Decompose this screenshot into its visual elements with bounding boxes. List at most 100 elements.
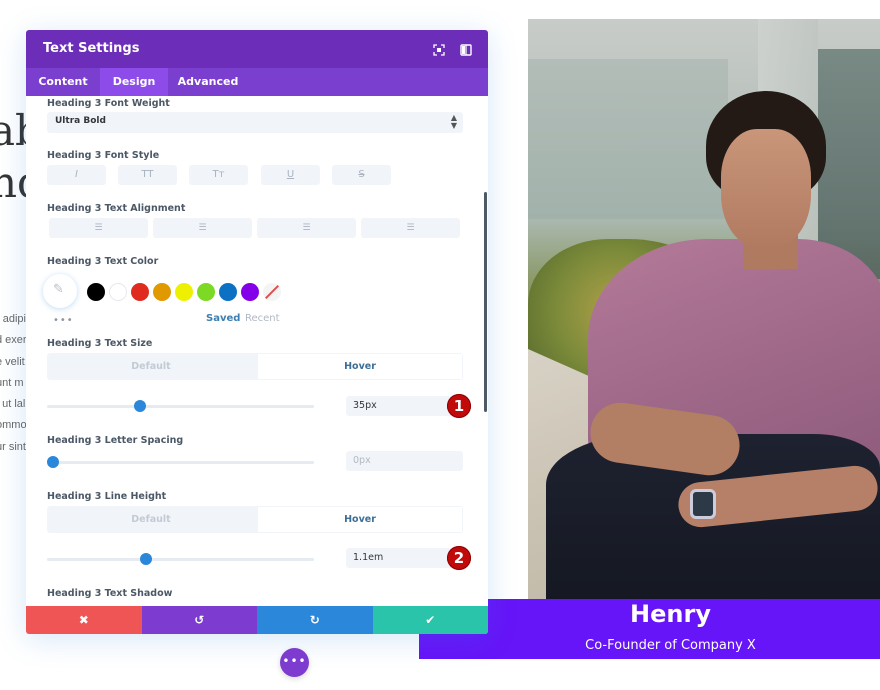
font-style-label: Heading 3 Font Style	[47, 150, 160, 161]
background-paragraph-line: t ut lal	[0, 398, 26, 411]
text-size-input[interactable]: 35px	[346, 396, 463, 416]
swatch-none-icon[interactable]	[263, 283, 281, 301]
line-height-hover-tab[interactable]: Hover	[258, 507, 462, 532]
split-view-icon[interactable]	[459, 42, 473, 56]
letter-spacing-slider[interactable]	[47, 456, 314, 468]
tab-design[interactable]: Design	[100, 68, 168, 96]
align-center-icon: ☰	[198, 223, 207, 233]
line-height-default-tab[interactable]: Default	[47, 506, 255, 533]
swatch-white[interactable]	[109, 283, 127, 301]
photo-watch	[690, 489, 716, 519]
annotation-badge-2: 2	[447, 546, 471, 570]
swatch-purple[interactable]	[241, 283, 259, 301]
text-size-hover-tab[interactable]: Hover	[258, 354, 462, 379]
photo-face	[721, 129, 811, 249]
align-justify-button[interactable]: ☰	[361, 218, 460, 238]
uppercase-button[interactable]: TT	[118, 165, 177, 185]
color-swatches: ✎	[43, 274, 293, 308]
background-paragraph-line: d exer	[0, 334, 27, 347]
saved-colors-tab[interactable]: Saved	[206, 313, 240, 324]
background-paragraph-line: unt m	[0, 376, 24, 389]
background-paragraph-line: r adipi	[0, 313, 26, 325]
undo-button[interactable]: ↺	[141, 606, 257, 634]
text-alignment-label: Heading 3 Text Alignment	[47, 203, 186, 214]
italic-button[interactable]: I	[47, 165, 106, 185]
uppercase-icon: TT	[141, 169, 154, 180]
eyedropper-icon: ✎	[53, 282, 64, 297]
align-left-button[interactable]: ☰	[49, 218, 148, 238]
expand-icon[interactable]	[432, 42, 446, 56]
annotation-badge-1: 1	[447, 394, 471, 418]
background-paragraph: r adipi d exer e velit unt m t ut lal om…	[0, 309, 27, 458]
text-size-slider[interactable]	[47, 400, 314, 412]
text-settings-modal: Text Settings Content Design Advanced He…	[26, 30, 488, 634]
modal-header: Text Settings	[26, 30, 488, 68]
page: ab nd r adipi d exer e velit unt m t ut …	[0, 0, 880, 690]
background-paragraph-line: ur sint	[0, 440, 26, 453]
align-left-icon: ☰	[94, 223, 103, 233]
more-options-button[interactable]: •••	[280, 648, 309, 677]
team-member-caption: Henry Co-Founder of Company X	[419, 599, 880, 659]
underline-button[interactable]: U	[261, 165, 320, 185]
strikethrough-button[interactable]: S	[332, 165, 391, 185]
swatch-red[interactable]	[131, 283, 149, 301]
slider-thumb[interactable]	[47, 456, 59, 468]
recent-colors-tab[interactable]: Recent	[245, 313, 280, 324]
modal-title: Text Settings	[43, 41, 140, 56]
slider-track	[47, 558, 314, 561]
font-weight-value: Ultra Bold	[55, 116, 106, 126]
letter-spacing-label: Heading 3 Letter Spacing	[47, 435, 184, 446]
redo-icon: ↻	[309, 613, 320, 627]
slider-thumb[interactable]	[139, 553, 152, 565]
line-height-input[interactable]: 1.1em	[346, 548, 463, 568]
align-right-icon: ☰	[302, 223, 311, 233]
text-color-label: Heading 3 Text Color	[47, 256, 159, 267]
align-center-button[interactable]: ☰	[153, 218, 252, 238]
modal-scrollbar[interactable]	[484, 192, 487, 412]
ellipsis-icon: •••	[282, 654, 307, 668]
line-height-slider[interactable]	[47, 553, 314, 565]
swatch-blue[interactable]	[219, 283, 237, 301]
text-size-state-toggle: Default Hover	[47, 353, 463, 380]
line-height-state-toggle: Default Hover	[47, 506, 463, 533]
slider-thumb[interactable]	[134, 400, 147, 412]
more-colors-button[interactable]: •••	[53, 315, 74, 326]
team-member-name: Henry	[630, 600, 711, 628]
text-size-default-tab[interactable]: Default	[47, 353, 255, 380]
select-arrows-icon: ▲ ▼	[450, 113, 457, 130]
undo-icon: ↺	[194, 613, 205, 627]
checkmark-icon: ✔	[425, 613, 436, 627]
save-button[interactable]: ✔	[372, 606, 488, 634]
modal-footer: ✖ ↺ ↻ ✔	[26, 606, 488, 634]
text-shadow-label: Heading 3 Text Shadow	[47, 588, 173, 599]
strikethrough-icon: S	[358, 169, 365, 180]
align-right-button[interactable]: ☰	[257, 218, 356, 238]
swatch-black[interactable]	[87, 283, 105, 301]
font-weight-label: Heading 3 Font Weight	[47, 98, 170, 109]
cancel-button[interactable]: ✖	[26, 606, 142, 634]
swatch-green[interactable]	[197, 283, 215, 301]
team-member-photo	[528, 19, 880, 599]
swatch-yellow[interactable]	[175, 283, 193, 301]
background-paragraph-line: e velit	[0, 355, 25, 368]
align-justify-icon: ☰	[406, 223, 415, 233]
swatch-orange[interactable]	[153, 283, 171, 301]
slider-track	[47, 461, 314, 464]
background-paragraph-line: ommo	[0, 419, 27, 432]
font-weight-select[interactable]: Ultra Bold ▲ ▼	[47, 112, 463, 133]
color-picker-button[interactable]: ✎	[43, 274, 77, 308]
line-height-label: Heading 3 Line Height	[47, 491, 167, 502]
underline-icon: U	[286, 169, 295, 180]
modal-tabs: Content Design Advanced	[26, 68, 488, 96]
text-size-label: Heading 3 Text Size	[47, 338, 153, 349]
slider-track	[47, 405, 314, 408]
redo-button[interactable]: ↻	[257, 606, 373, 634]
letter-spacing-input[interactable]: 0px	[346, 451, 463, 471]
capitalize-button[interactable]: Tт	[189, 165, 248, 185]
tab-content[interactable]: Content	[26, 68, 100, 96]
modal-body: Heading 3 Font Weight Ultra Bold ▲ ▼ Head…	[26, 96, 488, 606]
close-icon: ✖	[78, 613, 89, 627]
tab-advanced[interactable]: Advanced	[168, 68, 248, 96]
capitalize-icon: Tт	[212, 169, 225, 180]
photo-background-window	[528, 59, 728, 219]
